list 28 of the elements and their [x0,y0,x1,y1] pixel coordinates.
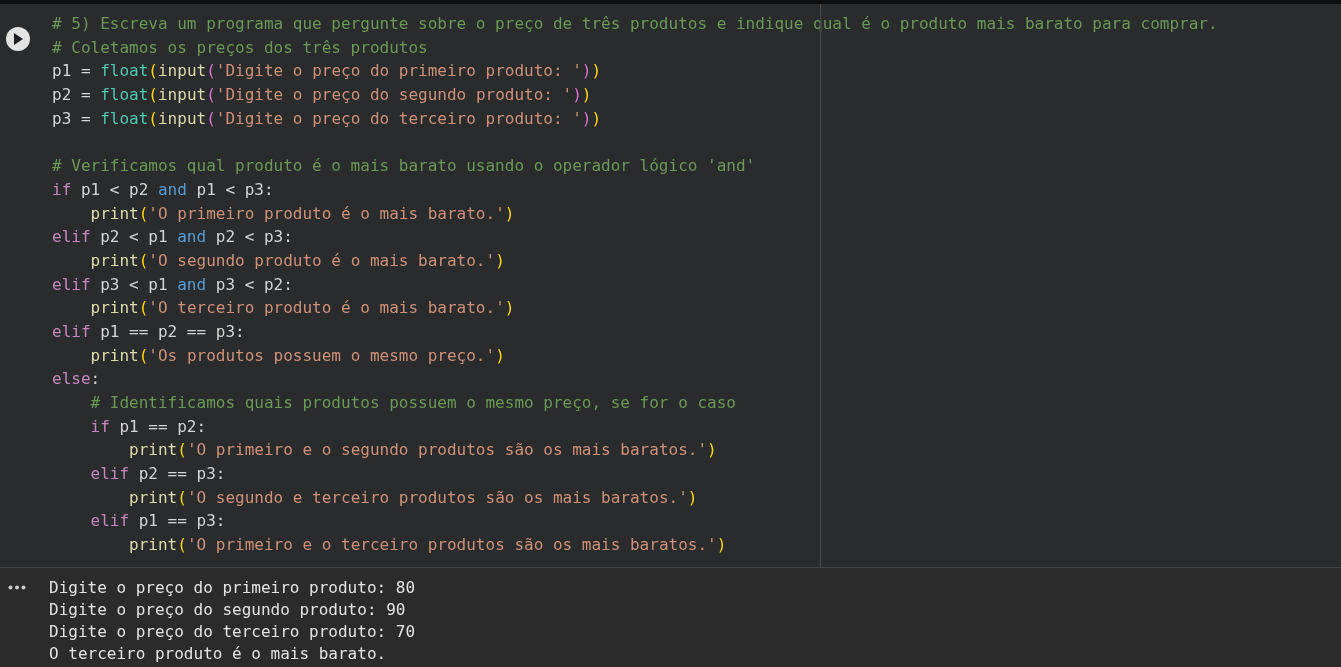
more-icon[interactable] [8,585,26,590]
code-line: elif p1 == p3: [89,510,226,533]
output-line: O terceiro produto é o mais barato. [49,643,387,665]
code-line: elif p2 == p3: [89,463,226,486]
code-line: print('O primeiro e o segundo produtos são os mais baratos.') [128,439,717,462]
code-line: # Verificamos qual produto é o mais barato usando o operador lógico 'and' [52,155,756,178]
code-line: if p1 < p2 and p1 < p3: [52,178,274,201]
code-line: print('O segundo produto é o mais barato.') [89,249,505,272]
play-icon [13,33,23,45]
output-line: Digite o preço do segundo produto: 90 [49,599,406,621]
code-line: # Identificamos quais produtos possuem o mesmo preço, se for o caso [89,392,736,414]
code-line: print('O terceiro produto é o mais barato.') [89,297,515,320]
code-line: else: [52,368,101,391]
code-line: print('Os produtos possuem o mesmo preço.') [89,344,505,367]
code-line: elif p3 < p1 and p3 < p2: [52,273,293,296]
code-line: print('O segundo e terceiro produtos são os mais baratos.') [128,486,698,509]
code-line: p2 = float(input('Digite o preço do segundo produto: ')) [52,84,592,107]
code-line: elif p2 < p1 and p2 < p3: [52,226,293,249]
output-line: Digite o preço do terceiro produto: 70 [49,621,416,643]
output-line: Digite o preço do primeiro produto: 80 [49,577,416,599]
run-button[interactable] [6,27,30,51]
code-line: if p1 == p2: [89,415,207,438]
code-line: print('O primeiro e o terceiro produtos são os mais baratos.') [128,534,727,557]
code-line: # Coletamos os preços dos três produtos [52,36,428,59]
code-line: p1 = float(input('Digite o preço do primeiro produto: ')) [52,60,602,83]
code-line: print('O primeiro produto é o mais barato.') [89,202,515,225]
code-line: p3 = float(input('Digite o preço do terceiro produto: ')) [52,107,602,130]
code-line: elif p1 == p2 == p3: [52,320,245,343]
